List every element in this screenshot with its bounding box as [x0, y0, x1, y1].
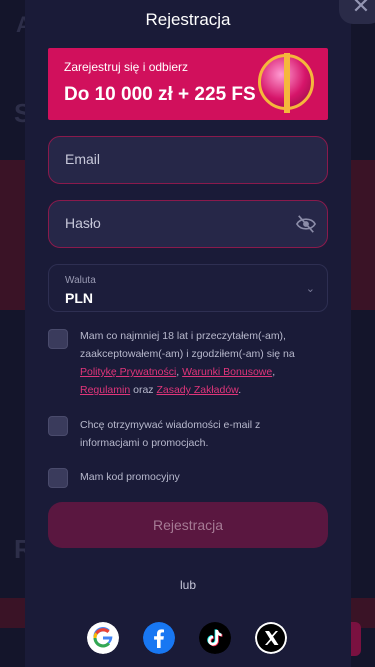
currency-label: Waluta — [65, 275, 96, 286]
tiktok-icon[interactable] — [199, 622, 231, 654]
promo-subtitle: Zarejestruj się i odbierz — [64, 60, 189, 74]
bonus-terms-link[interactable]: Warunki Bonusowe — [182, 366, 272, 378]
gift-icon — [258, 53, 314, 113]
promo-headline: Do 10 000 zł + 225 FS — [64, 84, 256, 105]
or-divider: lub — [179, 578, 196, 592]
separator: oraz — [130, 384, 157, 396]
promo-code-checkbox[interactable] — [48, 468, 68, 488]
eye-off-icon[interactable] — [295, 214, 317, 234]
email-field[interactable]: Email — [48, 136, 328, 184]
separator: , — [272, 366, 276, 378]
facebook-icon[interactable] — [143, 622, 175, 654]
x-icon[interactable] — [255, 622, 287, 654]
marketing-consent-text: Chcę otrzymywać wiadomości e-mail z info… — [80, 419, 261, 449]
privacy-policy-link[interactable]: Politykę Prywatności — [80, 366, 176, 378]
promo-code-text: Mam kod promocyjny — [80, 471, 180, 483]
close-icon: ✕ — [351, 0, 371, 18]
age-consent-checkbox[interactable] — [48, 329, 68, 349]
close-button[interactable]: ✕ — [339, 0, 375, 24]
age-consent-text: Mam co najmniej 18 lat i przeczytałem(-a… — [80, 327, 320, 399]
google-icon[interactable] — [87, 622, 119, 654]
rules-link[interactable]: Regulamin — [80, 384, 130, 396]
password-field[interactable]: Hasło — [48, 200, 328, 248]
registration-modal: Rejestracja ✕ Zarejestruj się i odbierz … — [25, 0, 375, 667]
register-button[interactable]: Rejestracja — [48, 502, 328, 548]
age-consent-label: Mam co najmniej 18 lat i przeczytałem(-a… — [80, 330, 295, 360]
email-label: Email — [65, 151, 101, 167]
separator: . — [238, 384, 242, 396]
betting-rules-link[interactable]: Zasady Zakładów — [156, 384, 238, 396]
modal-title: Rejestracja — [145, 10, 231, 29]
password-label: Hasło — [65, 215, 101, 231]
chevron-down-icon: ⌄ — [305, 283, 315, 295]
currency-value: PLN — [65, 290, 93, 306]
promo-banner: Zarejestruj się i odbierz Do 10 000 zł +… — [48, 48, 328, 120]
marketing-consent-checkbox[interactable] — [48, 416, 68, 436]
currency-select[interactable]: Waluta PLN ⌄ — [48, 264, 328, 312]
